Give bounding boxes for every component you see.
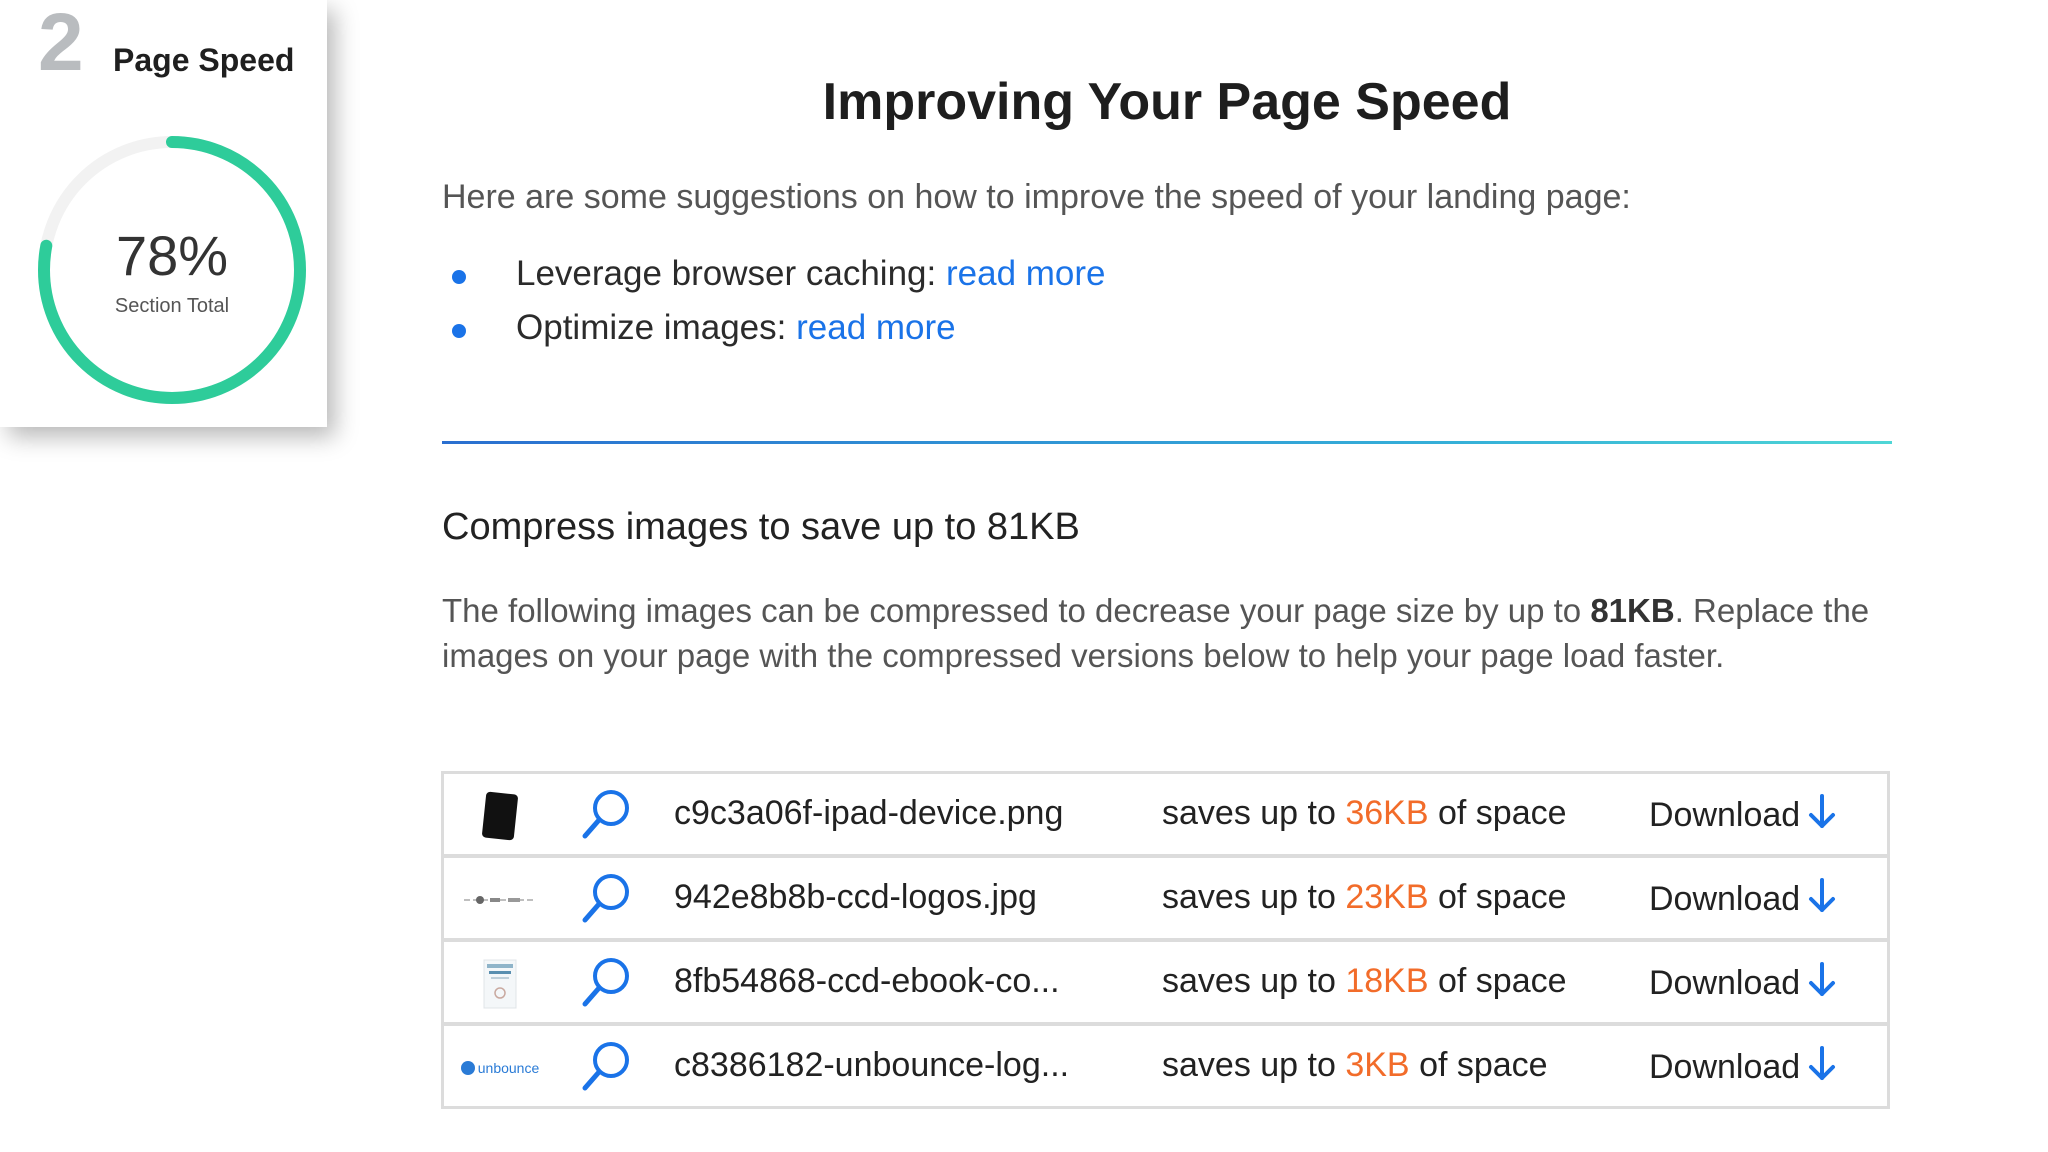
- unbounce-logo-thumbnail: unbounce: [460, 1040, 539, 1096]
- score-subtitle: Section Total: [114, 295, 230, 317]
- table-row: unbounce c8386182-unbounce-log... saves …: [444, 1026, 1887, 1110]
- download-label: Download: [1649, 796, 1801, 834]
- file-name: c9c3a06f-ipad-device.png: [674, 794, 1064, 832]
- desc-total-size: 81KB: [1590, 592, 1675, 629]
- file-savings: saves up to 18KB of space: [1162, 962, 1567, 1001]
- page-speed-score-card: 2 Page Speed 78% Section Total: [0, 0, 327, 427]
- download-arrow-icon: [1809, 1046, 1836, 1080]
- compress-section-title: Compress images to save up to 81KB: [442, 506, 1080, 548]
- suggestion-text: Optimize images: read more: [516, 308, 956, 348]
- suggestion-label: Optimize images:: [516, 308, 787, 347]
- compress-description: The following images can be compressed t…: [442, 588, 1902, 678]
- file-savings: saves up to 23KB of space: [1162, 878, 1567, 917]
- ebook-cover-thumbnail: [464, 956, 536, 1012]
- download-label: Download: [1649, 964, 1801, 1002]
- magnify-icon[interactable]: [580, 1038, 634, 1094]
- read-more-link[interactable]: read more: [796, 308, 956, 347]
- page-title: Improving Your Page Speed: [822, 73, 1512, 131]
- tablet-thumbnail: [464, 788, 536, 844]
- download-label: Download: [1649, 880, 1801, 918]
- saves-prefix: saves up to: [1162, 1046, 1336, 1084]
- bullet-icon: [452, 270, 466, 284]
- saves-suffix: of space: [1437, 794, 1567, 832]
- savings-size: 3KB: [1345, 1046, 1410, 1084]
- savings-size: 36KB: [1345, 794, 1429, 832]
- saves-prefix: saves up to: [1162, 794, 1336, 832]
- saves-suffix: of space: [1419, 1046, 1548, 1084]
- download-button[interactable]: Download: [1649, 878, 1836, 919]
- file-savings: saves up to 36KB of space: [1162, 794, 1567, 833]
- magnify-icon[interactable]: [580, 954, 634, 1010]
- bullet-icon: [452, 324, 466, 338]
- download-button[interactable]: Download: [1649, 962, 1836, 1003]
- download-button[interactable]: Download: [1649, 794, 1836, 835]
- table-row: 8fb54868-ccd-ebook-co... saves up to 18K…: [444, 942, 1887, 1026]
- download-arrow-icon: [1809, 794, 1836, 828]
- magnify-icon[interactable]: [580, 786, 634, 842]
- saves-prefix: saves up to: [1162, 878, 1336, 916]
- compressed-images-table: c9c3a06f-ipad-device.png saves up to 36K…: [441, 771, 1890, 1109]
- magnify-icon[interactable]: [580, 870, 634, 926]
- table-row: c9c3a06f-ipad-device.png saves up to 36K…: [444, 774, 1887, 858]
- file-savings: saves up to 3KB of space: [1162, 1046, 1548, 1085]
- section-number: 2: [38, 0, 84, 88]
- download-label: Download: [1649, 1048, 1801, 1086]
- download-button[interactable]: Download: [1649, 1046, 1836, 1087]
- saves-suffix: of space: [1437, 878, 1567, 916]
- logos-strip-thumbnail: [464, 872, 536, 928]
- savings-size: 18KB: [1345, 962, 1429, 1000]
- read-more-link[interactable]: read more: [946, 254, 1106, 293]
- savings-size: 23KB: [1345, 878, 1429, 916]
- intro-text: Here are some suggestions on how to impr…: [442, 178, 1631, 216]
- file-name: 8fb54868-ccd-ebook-co...: [674, 962, 1060, 1000]
- download-arrow-icon: [1809, 962, 1836, 996]
- desc-text: The following images can be compressed t…: [442, 592, 1591, 629]
- suggestion-label: Leverage browser caching:: [516, 254, 937, 293]
- score-percent: 78%: [115, 224, 229, 287]
- saves-suffix: of space: [1437, 962, 1567, 1000]
- suggestion-text: Leverage browser caching: read more: [516, 254, 1106, 294]
- download-arrow-icon: [1809, 878, 1836, 912]
- section-divider: [442, 441, 1892, 444]
- file-name: 942e8b8b-ccd-logos.jpg: [674, 878, 1037, 916]
- unbounce-logo: unbounce: [460, 1060, 539, 1076]
- table-row: 942e8b8b-ccd-logos.jpg saves up to 23KB …: [444, 858, 1887, 942]
- file-name: c8386182-unbounce-log...: [674, 1046, 1070, 1084]
- saves-prefix: saves up to: [1162, 962, 1336, 1000]
- score-card-title: Page Speed: [113, 42, 295, 78]
